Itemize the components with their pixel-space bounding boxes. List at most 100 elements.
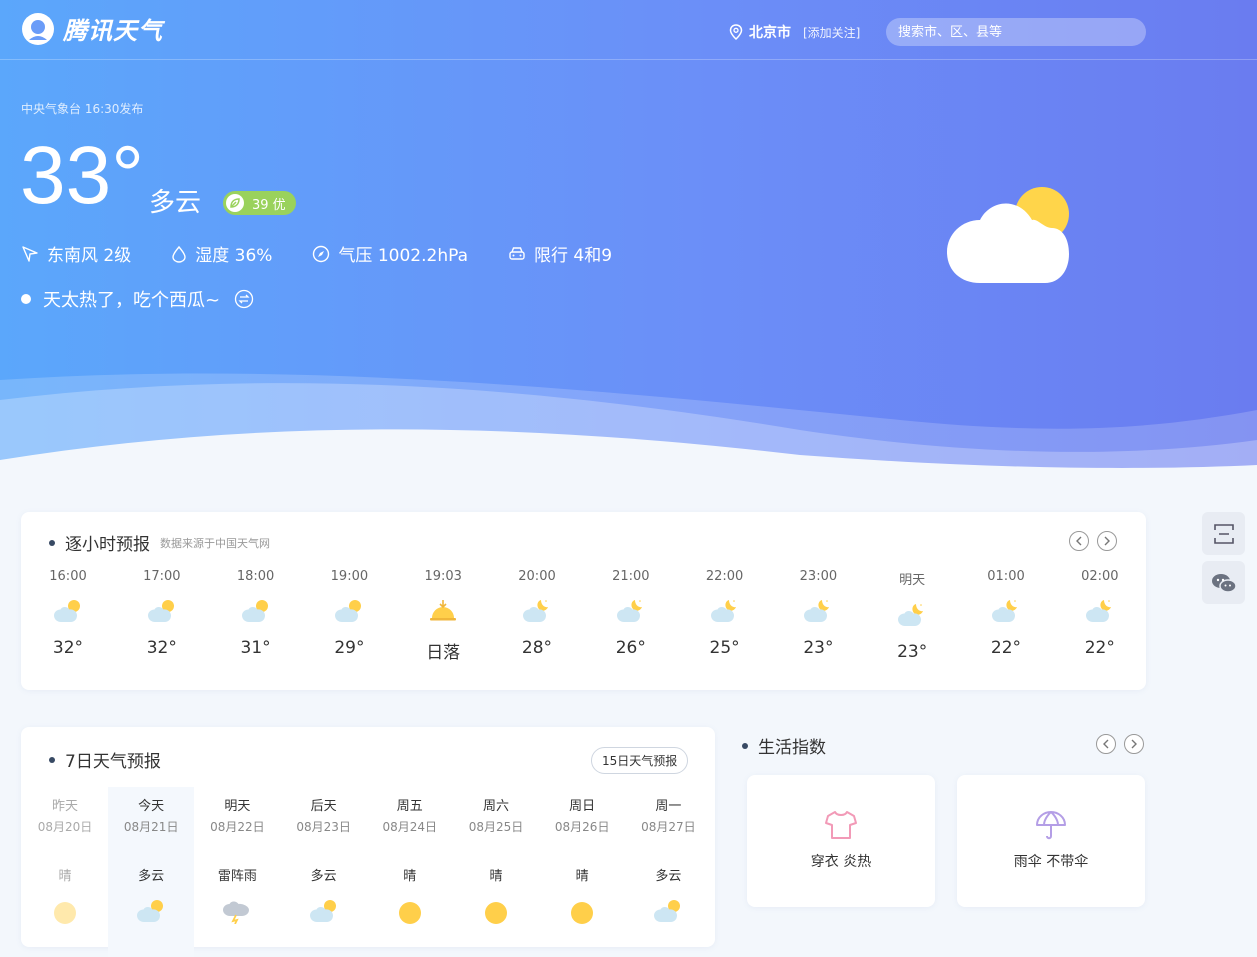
current-city[interactable]: 北京市 [749,22,791,42]
day-name: 周五 [396,799,423,814]
partly-cloudy-day-icon [309,900,336,922]
day-date: 08月23日 [296,820,351,834]
15-day-forecast-button[interactable]: 15日天气预报 [591,747,689,774]
day-name: 今天 [138,799,165,814]
hourly-item: 21:00 26° [601,569,661,658]
life-next-button[interactable] [1124,734,1144,754]
hourly-item: 18:00 31° [226,569,286,658]
day-name: 昨天 [51,799,78,814]
hourly-time: 明天 [899,573,926,588]
wechat-icon [1211,573,1237,593]
refresh-tip-icon[interactable] [234,289,254,309]
day-date: 08月21日 [123,820,179,834]
location-selector[interactable]: 北京市 [添加关注] [729,22,860,42]
life-index-umbrella[interactable]: 雨伞 不带伞 [957,775,1145,907]
car-icon [509,246,525,260]
day-condition: 多云 [655,869,682,884]
day-date: 08月26日 [554,820,610,834]
current-condition: 多云 [149,188,202,218]
location-pin-icon [729,24,743,40]
chevron-right-icon [1131,739,1137,749]
hourly-time: 19:00 [330,569,369,584]
life-index-clothing[interactable]: 穿衣 炎热 [747,775,935,907]
weather-tip: 天太热了，吃个西瓜~ [21,286,254,312]
hourly-next-button[interactable] [1097,531,1117,551]
day-date: 08月22日 [210,820,265,834]
life-index-title-text: 生活指数 [758,738,826,758]
day-name: 周日 [569,799,596,814]
daily-item[interactable]: 周六 08月25日晴 [453,795,539,926]
hourly-temp: 32° [52,638,84,658]
logo[interactable]: 腾讯天气 [21,11,163,46]
day-date: 08月24日 [382,820,438,834]
day-condition: 晴 [58,869,72,884]
hourly-item: 23:00 23° [788,569,848,658]
life-prev-button[interactable] [1096,734,1116,754]
partly-cloudy-day-icon [654,900,681,922]
hourly-temp: 28° [521,638,553,658]
humidity-info: 湿度 36% [171,241,272,266]
sunny-icon [485,902,507,924]
daily-item[interactable]: 今天 08月21日 多云 [108,795,194,926]
hourly-time: 16:00 [49,569,87,584]
chevron-right-icon [1104,536,1110,546]
humidity-text: 湿度 36% [195,246,273,266]
day-icon-wrap [539,898,625,926]
hourly-icon-wrap [38,598,98,626]
section-dot [742,742,748,749]
day-condition: 多云 [310,869,337,884]
day-name: 明天 [224,799,251,814]
hourly-item: 19:03 日落 [413,569,473,663]
restriction-text: 限行 4和9 [534,246,613,266]
hourly-icon-wrap [695,598,755,626]
daily-item[interactable]: 后天 08月23日 多云 [281,795,367,926]
shirt-icon [825,811,857,839]
hourly-temp: 26° [615,638,646,658]
hourly-icon-wrap [1070,598,1130,626]
hourly-temp: 23° [803,638,834,658]
daily-item[interactable]: 昨天 08月20日晴 [22,795,108,926]
hourly-subtitle: 数据来源于中国天气网 [160,536,270,550]
publish-time: 中央气象台 16:30发布 [21,102,144,116]
logo-text: 腾讯天气 [63,17,163,45]
add-follow-link[interactable]: [添加关注] [803,24,860,41]
day-condition: 晴 [489,869,503,884]
hourly-time: 01:00 [987,569,1025,584]
chevron-left-icon [1103,739,1109,749]
daily-forecast-card: 7日天气预报 15日天气预报 昨天 08月20日晴 今天 08月21日 多云 明天 08月2… [21,727,715,957]
hourly-icon-wrap [507,598,567,626]
hourly-prev-button[interactable] [1069,531,1089,551]
tip-text: 天太热了，吃个西瓜~ [43,290,221,311]
daily-item[interactable]: 明天 08月22日 雷阵雨 [194,795,280,926]
partly-cloudy-large-icon [947,187,1069,283]
partly-cloudy-night-icon [992,600,1017,622]
hourly-icon-wrap [601,598,661,626]
daily-item[interactable]: 周日 08月26日晴 [539,795,625,926]
aqi-badge[interactable]: 39 优 [223,191,296,215]
water-drop-icon [172,245,186,263]
life-index-clothing-text: 穿衣 炎热 [810,854,872,870]
day-icon-wrap [108,898,194,926]
hourly-time: 22:00 [705,569,744,584]
hero-banner: 腾讯天气 北京市 [添加关注] 中央气象台 16:30发布 33° 多云 39 … [0,0,1257,470]
hourly-icon-wrap [132,598,192,626]
daily-item[interactable]: 周五 08月24日晴 [367,795,453,926]
hourly-forecast-card: 逐小时预报 数据来源于中国天气网 16:00 32° 17:00 32° 18:00 31… [21,512,1146,690]
sunny-icon [54,902,76,924]
hourly-temp: 29° [334,638,365,658]
hourly-time: 17:00 [143,569,181,584]
partly-cloudy-day-icon [54,600,80,622]
scan-icon [1213,523,1234,544]
scan-button[interactable] [1202,512,1245,555]
daily-item[interactable]: 周一 08月27日 多云 [625,795,711,926]
hourly-temp: 32° [146,638,177,658]
hourly-icon-wrap [882,602,942,630]
wechat-button[interactable] [1202,561,1245,604]
day-icon-wrap [281,898,367,926]
section-dot [49,539,55,546]
hourly-temp: 31° [240,638,271,658]
search-input[interactable] [886,18,1146,46]
umbrella-icon [1036,811,1066,840]
day-icon-wrap [194,898,280,926]
partly-cloudy-night-icon [804,600,830,622]
